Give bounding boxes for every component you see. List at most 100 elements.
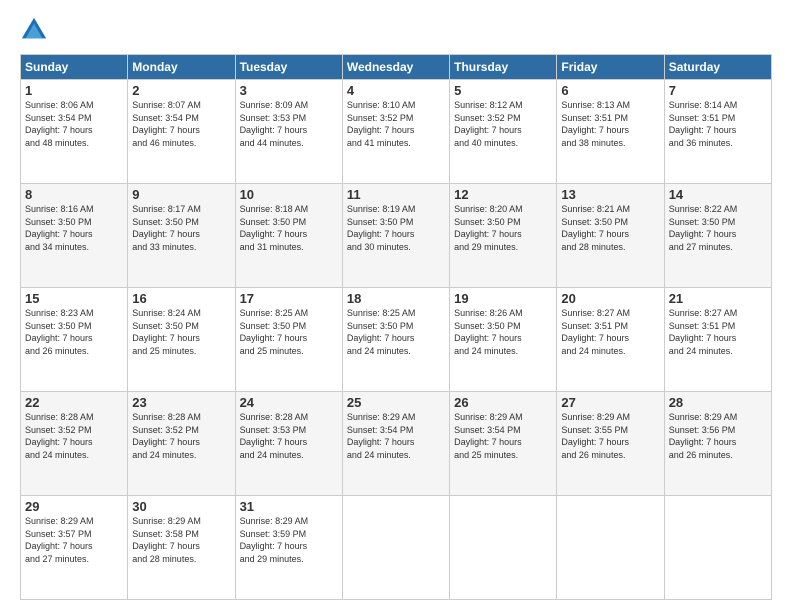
day-info: Sunrise: 8:29 AM Sunset: 3:59 PM Dayligh… — [240, 515, 338, 565]
day-number: 15 — [25, 291, 123, 306]
day-cell: 2 Sunrise: 8:07 AM Sunset: 3:54 PM Dayli… — [128, 80, 235, 184]
day-cell — [664, 496, 771, 600]
day-number: 18 — [347, 291, 445, 306]
logo — [20, 16, 52, 44]
day-number: 30 — [132, 499, 230, 514]
day-number: 11 — [347, 187, 445, 202]
day-number: 2 — [132, 83, 230, 98]
header-row: SundayMondayTuesdayWednesdayThursdayFrid… — [21, 55, 772, 80]
header-cell-friday: Friday — [557, 55, 664, 80]
day-info: Sunrise: 8:13 AM Sunset: 3:51 PM Dayligh… — [561, 99, 659, 149]
day-number: 27 — [561, 395, 659, 410]
day-cell — [342, 496, 449, 600]
day-cell: 17 Sunrise: 8:25 AM Sunset: 3:50 PM Dayl… — [235, 288, 342, 392]
day-cell: 9 Sunrise: 8:17 AM Sunset: 3:50 PM Dayli… — [128, 184, 235, 288]
day-info: Sunrise: 8:28 AM Sunset: 3:52 PM Dayligh… — [132, 411, 230, 461]
day-cell: 31 Sunrise: 8:29 AM Sunset: 3:59 PM Dayl… — [235, 496, 342, 600]
day-info: Sunrise: 8:29 AM Sunset: 3:58 PM Dayligh… — [132, 515, 230, 565]
day-info: Sunrise: 8:29 AM Sunset: 3:55 PM Dayligh… — [561, 411, 659, 461]
day-info: Sunrise: 8:29 AM Sunset: 3:57 PM Dayligh… — [25, 515, 123, 565]
day-cell: 11 Sunrise: 8:19 AM Sunset: 3:50 PM Dayl… — [342, 184, 449, 288]
week-row-1: 1 Sunrise: 8:06 AM Sunset: 3:54 PM Dayli… — [21, 80, 772, 184]
day-number: 24 — [240, 395, 338, 410]
day-number: 1 — [25, 83, 123, 98]
day-cell: 30 Sunrise: 8:29 AM Sunset: 3:58 PM Dayl… — [128, 496, 235, 600]
day-info: Sunrise: 8:18 AM Sunset: 3:50 PM Dayligh… — [240, 203, 338, 253]
day-number: 19 — [454, 291, 552, 306]
day-cell: 20 Sunrise: 8:27 AM Sunset: 3:51 PM Dayl… — [557, 288, 664, 392]
day-cell: 13 Sunrise: 8:21 AM Sunset: 3:50 PM Dayl… — [557, 184, 664, 288]
day-cell: 25 Sunrise: 8:29 AM Sunset: 3:54 PM Dayl… — [342, 392, 449, 496]
logo-icon — [20, 16, 48, 44]
week-row-2: 8 Sunrise: 8:16 AM Sunset: 3:50 PM Dayli… — [21, 184, 772, 288]
day-cell: 15 Sunrise: 8:23 AM Sunset: 3:50 PM Dayl… — [21, 288, 128, 392]
day-info: Sunrise: 8:16 AM Sunset: 3:50 PM Dayligh… — [25, 203, 123, 253]
day-info: Sunrise: 8:06 AM Sunset: 3:54 PM Dayligh… — [25, 99, 123, 149]
day-number: 3 — [240, 83, 338, 98]
day-number: 26 — [454, 395, 552, 410]
header-cell-tuesday: Tuesday — [235, 55, 342, 80]
day-cell: 1 Sunrise: 8:06 AM Sunset: 3:54 PM Dayli… — [21, 80, 128, 184]
day-info: Sunrise: 8:29 AM Sunset: 3:54 PM Dayligh… — [347, 411, 445, 461]
day-number: 17 — [240, 291, 338, 306]
day-cell: 8 Sunrise: 8:16 AM Sunset: 3:50 PM Dayli… — [21, 184, 128, 288]
day-info: Sunrise: 8:27 AM Sunset: 3:51 PM Dayligh… — [669, 307, 767, 357]
day-info: Sunrise: 8:29 AM Sunset: 3:54 PM Dayligh… — [454, 411, 552, 461]
day-info: Sunrise: 8:14 AM Sunset: 3:51 PM Dayligh… — [669, 99, 767, 149]
day-number: 6 — [561, 83, 659, 98]
day-cell: 19 Sunrise: 8:26 AM Sunset: 3:50 PM Dayl… — [450, 288, 557, 392]
day-number: 16 — [132, 291, 230, 306]
day-info: Sunrise: 8:24 AM Sunset: 3:50 PM Dayligh… — [132, 307, 230, 357]
header-cell-saturday: Saturday — [664, 55, 771, 80]
day-info: Sunrise: 8:27 AM Sunset: 3:51 PM Dayligh… — [561, 307, 659, 357]
calendar-table: SundayMondayTuesdayWednesdayThursdayFrid… — [20, 54, 772, 600]
day-number: 8 — [25, 187, 123, 202]
day-cell: 21 Sunrise: 8:27 AM Sunset: 3:51 PM Dayl… — [664, 288, 771, 392]
day-number: 4 — [347, 83, 445, 98]
header-cell-thursday: Thursday — [450, 55, 557, 80]
day-number: 5 — [454, 83, 552, 98]
day-info: Sunrise: 8:19 AM Sunset: 3:50 PM Dayligh… — [347, 203, 445, 253]
day-cell: 18 Sunrise: 8:25 AM Sunset: 3:50 PM Dayl… — [342, 288, 449, 392]
day-cell: 29 Sunrise: 8:29 AM Sunset: 3:57 PM Dayl… — [21, 496, 128, 600]
week-row-4: 22 Sunrise: 8:28 AM Sunset: 3:52 PM Dayl… — [21, 392, 772, 496]
header-cell-wednesday: Wednesday — [342, 55, 449, 80]
day-info: Sunrise: 8:09 AM Sunset: 3:53 PM Dayligh… — [240, 99, 338, 149]
day-info: Sunrise: 8:20 AM Sunset: 3:50 PM Dayligh… — [454, 203, 552, 253]
day-cell: 3 Sunrise: 8:09 AM Sunset: 3:53 PM Dayli… — [235, 80, 342, 184]
day-info: Sunrise: 8:21 AM Sunset: 3:50 PM Dayligh… — [561, 203, 659, 253]
day-info: Sunrise: 8:10 AM Sunset: 3:52 PM Dayligh… — [347, 99, 445, 149]
day-number: 12 — [454, 187, 552, 202]
header-cell-monday: Monday — [128, 55, 235, 80]
day-number: 13 — [561, 187, 659, 202]
day-cell: 10 Sunrise: 8:18 AM Sunset: 3:50 PM Dayl… — [235, 184, 342, 288]
day-info: Sunrise: 8:28 AM Sunset: 3:53 PM Dayligh… — [240, 411, 338, 461]
day-info: Sunrise: 8:25 AM Sunset: 3:50 PM Dayligh… — [240, 307, 338, 357]
day-cell — [557, 496, 664, 600]
day-cell: 23 Sunrise: 8:28 AM Sunset: 3:52 PM Dayl… — [128, 392, 235, 496]
day-number: 29 — [25, 499, 123, 514]
day-cell: 16 Sunrise: 8:24 AM Sunset: 3:50 PM Dayl… — [128, 288, 235, 392]
day-info: Sunrise: 8:17 AM Sunset: 3:50 PM Dayligh… — [132, 203, 230, 253]
header-cell-sunday: Sunday — [21, 55, 128, 80]
header — [20, 16, 772, 44]
day-number: 25 — [347, 395, 445, 410]
page: SundayMondayTuesdayWednesdayThursdayFrid… — [0, 0, 792, 612]
day-info: Sunrise: 8:29 AM Sunset: 3:56 PM Dayligh… — [669, 411, 767, 461]
day-number: 31 — [240, 499, 338, 514]
day-cell: 4 Sunrise: 8:10 AM Sunset: 3:52 PM Dayli… — [342, 80, 449, 184]
day-cell — [450, 496, 557, 600]
day-info: Sunrise: 8:25 AM Sunset: 3:50 PM Dayligh… — [347, 307, 445, 357]
day-cell: 5 Sunrise: 8:12 AM Sunset: 3:52 PM Dayli… — [450, 80, 557, 184]
day-number: 22 — [25, 395, 123, 410]
day-info: Sunrise: 8:12 AM Sunset: 3:52 PM Dayligh… — [454, 99, 552, 149]
week-row-3: 15 Sunrise: 8:23 AM Sunset: 3:50 PM Dayl… — [21, 288, 772, 392]
day-number: 20 — [561, 291, 659, 306]
day-cell: 7 Sunrise: 8:14 AM Sunset: 3:51 PM Dayli… — [664, 80, 771, 184]
week-row-5: 29 Sunrise: 8:29 AM Sunset: 3:57 PM Dayl… — [21, 496, 772, 600]
day-number: 21 — [669, 291, 767, 306]
day-cell: 12 Sunrise: 8:20 AM Sunset: 3:50 PM Dayl… — [450, 184, 557, 288]
day-cell: 28 Sunrise: 8:29 AM Sunset: 3:56 PM Dayl… — [664, 392, 771, 496]
day-cell: 22 Sunrise: 8:28 AM Sunset: 3:52 PM Dayl… — [21, 392, 128, 496]
day-number: 14 — [669, 187, 767, 202]
